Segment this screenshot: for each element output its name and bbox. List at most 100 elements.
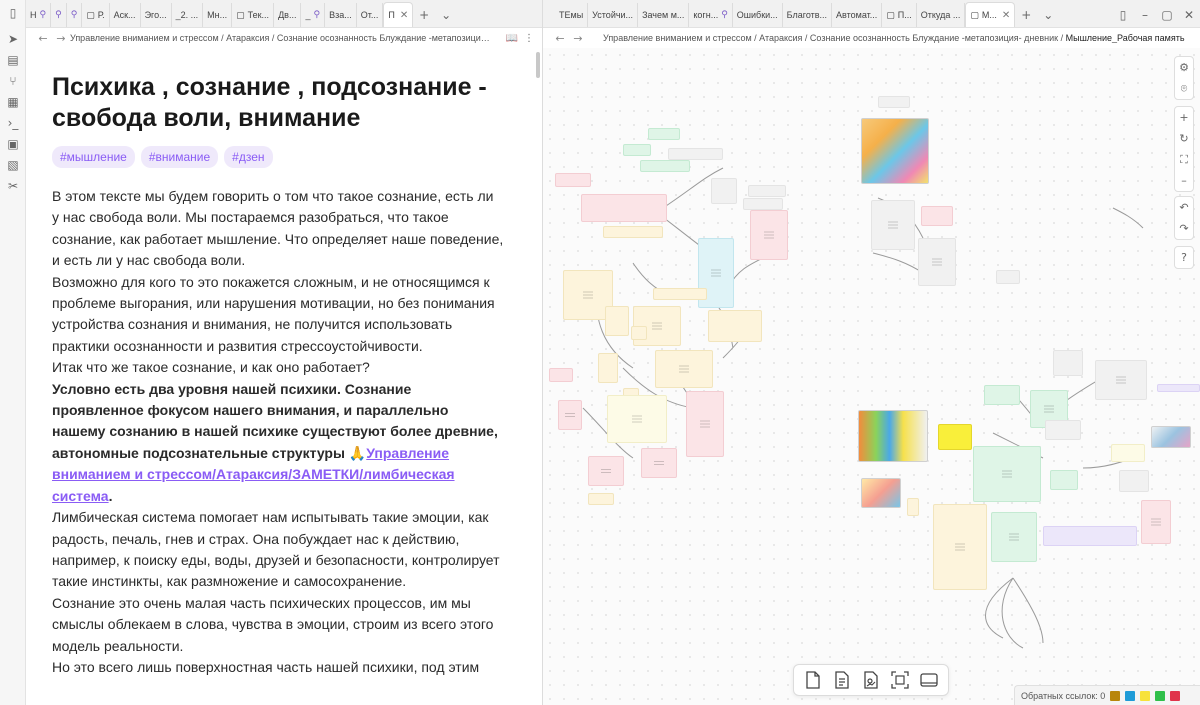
tab-left-3[interactable]: ▢ Р. xyxy=(82,3,110,27)
forward-arrow-icon[interactable]: → xyxy=(569,32,587,45)
more-options-icon[interactable]: ⋮ xyxy=(524,33,534,44)
tools-icon[interactable]: ✂ xyxy=(0,175,26,196)
tab-left-active[interactable]: П ✕ xyxy=(383,2,414,27)
canvas-node[interactable] xyxy=(555,173,591,187)
canvas-node[interactable] xyxy=(641,448,677,478)
back-arrow-icon[interactable]: ← xyxy=(34,32,52,45)
canvas-node[interactable] xyxy=(1043,526,1137,546)
calendar-icon[interactable]: ▣ xyxy=(0,133,26,154)
tab-left-1[interactable]: ⚲ xyxy=(51,3,67,27)
tab-right-active[interactable]: ▢ М... ✕ xyxy=(965,2,1016,27)
tag-attention[interactable]: #внимание xyxy=(140,146,219,168)
tab-list-icon[interactable]: ⌄ xyxy=(435,3,457,27)
breadcrumb[interactable]: Управление вниманием и стрессом / Атарак… xyxy=(70,33,490,43)
tab-right-0[interactable]: ТЕмы xyxy=(543,3,589,27)
forward-arrow-icon[interactable]: → xyxy=(52,32,70,45)
canvas-node[interactable] xyxy=(996,270,1020,284)
canvas-node[interactable] xyxy=(1119,470,1149,492)
grid-icon[interactable]: ▦ xyxy=(0,91,26,112)
canvas-node[interactable] xyxy=(743,198,783,210)
tab-right-3[interactable]: когн... ⚲ xyxy=(689,3,733,27)
canvas-node[interactable] xyxy=(549,368,573,382)
tab-right-4[interactable]: Ошибки... xyxy=(733,3,783,27)
add-card-icon[interactable] xyxy=(801,668,825,692)
tab-left-11[interactable]: Вза... xyxy=(325,3,357,27)
color-swatch-green[interactable] xyxy=(1155,690,1166,701)
graph-icon[interactable]: ⑂ xyxy=(0,70,26,91)
canvas-node[interactable] xyxy=(648,128,680,140)
canvas-node[interactable] xyxy=(640,160,690,172)
reset-zoom-icon[interactable]: ↻ xyxy=(1174,128,1194,149)
file-icon[interactable]: ▤ xyxy=(0,49,26,70)
maximize-icon[interactable]: ▢ xyxy=(1156,3,1178,27)
fit-to-screen-icon[interactable]: ⛶ xyxy=(1174,149,1194,170)
undo-icon[interactable]: ↶ xyxy=(1174,197,1194,218)
canvas-node[interactable] xyxy=(623,144,651,156)
zoom-in-icon[interactable]: + xyxy=(1174,107,1194,128)
canvas-node[interactable] xyxy=(708,310,762,342)
canvas-node[interactable] xyxy=(921,206,953,226)
canvas-node[interactable] xyxy=(686,391,724,457)
canvas-node[interactable] xyxy=(878,96,910,108)
tab-left-12[interactable]: От... xyxy=(357,3,384,27)
canvas-node[interactable] xyxy=(907,498,919,516)
tab-left-6[interactable]: _2. ... xyxy=(172,3,204,27)
color-swatch-yellow[interactable] xyxy=(1140,690,1151,701)
canvas-node[interactable] xyxy=(748,185,786,197)
sidebar-toggle-icon[interactable]: ▯ xyxy=(0,0,26,26)
canvas-image-node[interactable] xyxy=(858,410,928,462)
template-icon[interactable]: ▧ xyxy=(0,154,26,175)
canvas-node[interactable] xyxy=(1095,360,1147,400)
back-arrow-icon[interactable]: ← xyxy=(551,32,569,45)
canvas-node[interactable] xyxy=(605,306,629,336)
canvas-node[interactable] xyxy=(668,148,723,160)
tab-left-10[interactable]: _ ⚲ xyxy=(301,3,326,27)
canvas-text-node[interactable] xyxy=(938,424,972,450)
tab-right-8[interactable]: Откуда ... xyxy=(917,3,966,27)
snapshot-icon[interactable]: ⌾ xyxy=(1174,78,1194,99)
minimize-icon[interactable]: – xyxy=(1134,3,1156,27)
redo-icon[interactable]: ↷ xyxy=(1174,218,1194,239)
tab-left-2[interactable]: ⚲ xyxy=(67,3,83,27)
tab-left-7[interactable]: Мн... xyxy=(203,3,233,27)
canvas-node[interactable] xyxy=(653,288,707,300)
color-swatch-red[interactable] xyxy=(1170,690,1181,701)
canvas-image-node[interactable] xyxy=(861,478,901,508)
right-sidebar-toggle-icon[interactable]: ▯ xyxy=(1112,3,1134,27)
tab-left-5[interactable]: Эго... xyxy=(141,3,172,27)
canvas-view[interactable]: ⚙ ⌾ + ↻ ⛶ – ↶ ↷ ? xyxy=(543,48,1200,705)
tab-list-icon[interactable]: ⌄ xyxy=(1037,3,1059,27)
canvas-node[interactable] xyxy=(1157,384,1200,392)
canvas-node[interactable] xyxy=(871,200,915,250)
tag-thinking[interactable]: #мышление xyxy=(52,146,135,168)
canvas-node[interactable] xyxy=(1050,470,1078,490)
canvas-node[interactable] xyxy=(750,210,788,260)
canvas-node[interactable] xyxy=(581,194,667,222)
window-close-icon[interactable]: ✕ xyxy=(1178,3,1200,27)
tab-right-2[interactable]: Зачем м... xyxy=(638,3,690,27)
new-tab-icon[interactable]: + xyxy=(1015,3,1037,27)
canvas-node[interactable] xyxy=(933,504,987,590)
close-icon[interactable]: ✕ xyxy=(400,10,408,21)
tab-left-8[interactable]: ▢ Тек... xyxy=(232,3,275,27)
canvas-node[interactable] xyxy=(603,226,663,238)
tab-right-6[interactable]: Автомат... xyxy=(832,3,883,27)
settings-icon[interactable]: ⚙ xyxy=(1174,57,1194,78)
canvas-node[interactable] xyxy=(711,178,737,204)
backlinks-count[interactable]: Обратных ссылок: 0 xyxy=(1021,691,1105,701)
canvas-node[interactable] xyxy=(973,446,1041,502)
add-frame-icon[interactable] xyxy=(917,668,941,692)
zoom-out-icon[interactable]: – xyxy=(1174,170,1194,191)
canvas-image-node[interactable] xyxy=(1151,426,1191,448)
canvas-node[interactable] xyxy=(991,512,1037,562)
canvas-node[interactable] xyxy=(655,350,713,388)
send-icon[interactable]: ➤ xyxy=(0,28,26,49)
tab-left-9[interactable]: Дв... xyxy=(274,3,302,27)
canvas-node[interactable] xyxy=(918,238,956,286)
canvas-node[interactable] xyxy=(984,385,1020,405)
canvas-node[interactable] xyxy=(1053,350,1083,376)
tab-left-4[interactable]: Аск... xyxy=(110,3,141,27)
canvas-node[interactable] xyxy=(631,326,647,340)
canvas-node[interactable] xyxy=(1045,420,1081,440)
terminal-icon[interactable]: ›_ xyxy=(0,112,26,133)
